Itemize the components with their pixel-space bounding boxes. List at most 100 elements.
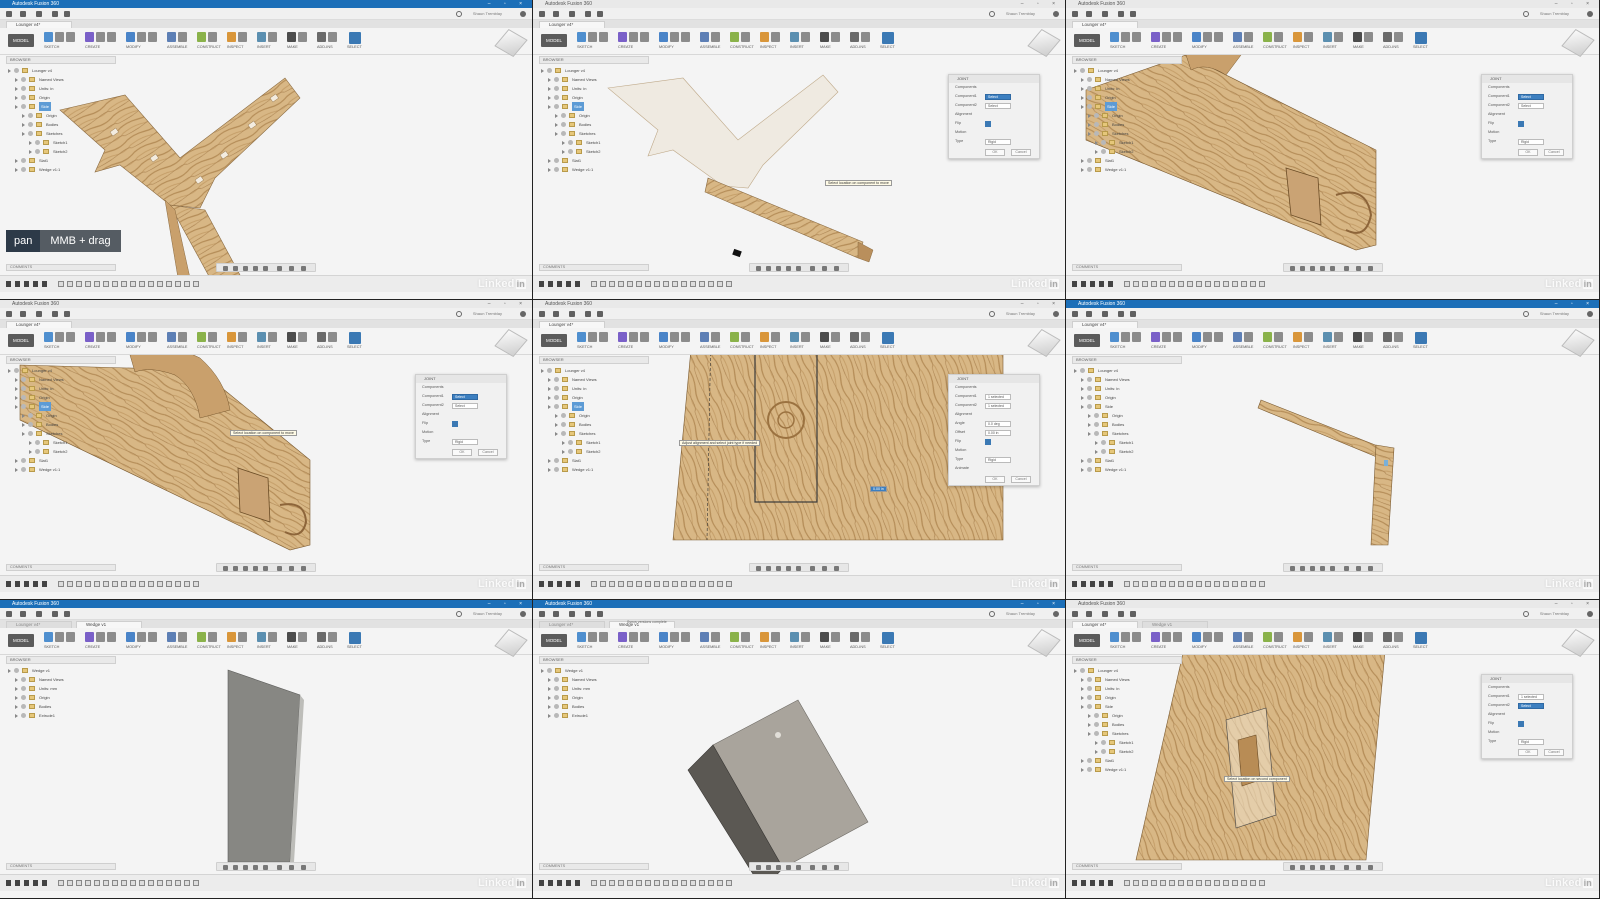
insert-tool-icon[interactable] [268, 632, 277, 642]
insert-tool-icon[interactable] [790, 32, 799, 42]
timeline-feature-icon[interactable] [103, 581, 109, 587]
browser-tree-row[interactable]: Sketch2 [1074, 447, 1170, 456]
timeline-feature-icon[interactable] [1196, 281, 1202, 287]
window-controls[interactable]: – ▫ × [1555, 600, 1595, 608]
look-at-icon[interactable] [1299, 865, 1305, 870]
browser-tree-row[interactable]: Origin [541, 411, 637, 420]
visibility-icon[interactable] [21, 377, 26, 382]
visibility-icon[interactable] [28, 113, 33, 118]
assemble-tool-icon[interactable] [178, 332, 187, 342]
visibility-icon[interactable] [35, 449, 40, 454]
insert-tool-icon[interactable] [790, 332, 799, 342]
timeline-feature-icon[interactable] [609, 281, 615, 287]
step-forward-icon[interactable] [566, 581, 571, 587]
visibility-icon[interactable] [21, 86, 26, 91]
visibility-icon[interactable] [554, 95, 559, 100]
zoom-icon[interactable] [1319, 865, 1325, 870]
timeline-feature-icon[interactable] [1259, 281, 1265, 287]
assemble-tool-icon[interactable] [1233, 632, 1242, 642]
browser-header[interactable]: BROWSER [539, 356, 649, 364]
dialog-field[interactable]: Select [1518, 703, 1544, 709]
browser-tree-row[interactable]: Lounger v4 [1074, 66, 1170, 75]
flip-checkbox[interactable] [985, 439, 991, 445]
app-grid-icon[interactable] [539, 611, 545, 617]
workspace-switcher[interactable]: MODEL [1074, 634, 1100, 647]
make-tool-icon[interactable] [1353, 332, 1362, 342]
timeline-feature-icon[interactable] [1142, 581, 1148, 587]
browser-tree-row[interactable]: Origin [8, 693, 104, 702]
browser-tree-row[interactable]: Sketch2 [541, 447, 637, 456]
browser-tree-row[interactable]: Sketch1 [8, 138, 104, 147]
browser-tree-row[interactable]: Origin [1074, 693, 1170, 702]
timeline-feature-icon[interactable] [663, 581, 669, 587]
timeline-feature-icon[interactable] [708, 281, 714, 287]
sketch-tool-icon[interactable] [588, 632, 597, 642]
timeline-feature-icon[interactable] [1178, 880, 1184, 886]
visibility-icon[interactable] [1087, 386, 1092, 391]
visibility-icon[interactable] [28, 422, 33, 427]
browser-header[interactable]: BROWSER [1072, 356, 1182, 364]
timeline-feature-icon[interactable] [1151, 581, 1157, 587]
browser-tree-row[interactable]: Sketch2 [1074, 747, 1170, 756]
joint-dialog[interactable]: JOINT Components Component1 Select Component… [948, 74, 1040, 159]
visibility-icon[interactable] [561, 131, 566, 136]
sketch-tool-icon[interactable] [588, 32, 597, 42]
job-status-icon[interactable] [1523, 11, 1529, 17]
redo-icon[interactable] [1130, 611, 1136, 617]
comments-header[interactable]: COMMENTS [539, 264, 649, 271]
timeline-feature-icon[interactable] [636, 281, 642, 287]
timeline-feature-icon[interactable] [627, 880, 633, 886]
expand-icon[interactable] [548, 168, 551, 172]
timeline-feature-icon[interactable] [1241, 281, 1247, 287]
step-back-icon[interactable] [548, 281, 553, 287]
redo-icon[interactable] [1130, 311, 1136, 317]
browser-tree-row[interactable]: Named Views [541, 375, 637, 384]
expand-icon[interactable] [548, 78, 551, 82]
assemble-tool-icon[interactable] [167, 32, 176, 42]
browser-tree-row[interactable]: Units: in [8, 84, 104, 93]
undo-icon[interactable] [52, 11, 58, 17]
window-controls[interactable]: – ▫ × [1021, 300, 1061, 308]
inspect-tool-icon[interactable] [238, 332, 247, 342]
timeline-feature-icon[interactable] [94, 581, 100, 587]
visibility-icon[interactable] [554, 386, 559, 391]
create-tool-icon[interactable] [85, 32, 94, 42]
timeline-feature-icon[interactable] [1205, 581, 1211, 587]
timeline-feature-icon[interactable] [1124, 880, 1130, 886]
browser-tree-row[interactable]: Origin [1074, 711, 1170, 720]
sketch-tool-icon[interactable] [66, 332, 75, 342]
sketch-tool-icon[interactable] [599, 632, 608, 642]
add-ins-tool-icon[interactable] [850, 332, 859, 342]
expand-icon[interactable] [1074, 69, 1077, 73]
inspect-tool-icon[interactable] [771, 32, 780, 42]
modify-tool-icon[interactable] [1214, 32, 1223, 42]
add-ins-tool-icon[interactable] [328, 332, 337, 342]
play-icon[interactable] [557, 581, 562, 587]
browser-tree-row[interactable]: Origin [541, 111, 637, 120]
timeline-feature-icon[interactable] [1133, 281, 1139, 287]
timeline-feature-icon[interactable] [726, 880, 732, 886]
user-name[interactable]: Shaun Tremblay [1540, 611, 1569, 616]
visibility-icon[interactable] [1094, 422, 1099, 427]
browser-tree-row[interactable]: Slat1 [541, 156, 637, 165]
window-controls[interactable]: – ▫ × [488, 300, 528, 308]
play-icon[interactable] [24, 880, 29, 886]
browser-tree-row[interactable]: Sketches [8, 129, 104, 138]
assemble-tool-icon[interactable] [1244, 332, 1253, 342]
assemble-tool-icon[interactable] [1233, 32, 1242, 42]
timeline-feature-icon[interactable] [148, 581, 154, 587]
grid-settings-icon[interactable] [289, 865, 294, 870]
modify-tool-icon[interactable] [659, 332, 668, 342]
go-to-end-icon[interactable] [1108, 581, 1113, 587]
expand-icon[interactable] [1095, 150, 1098, 154]
select-tool-icon[interactable] [349, 332, 361, 344]
workspace-switcher[interactable]: MODEL [8, 334, 34, 347]
undo-icon[interactable] [52, 311, 58, 317]
visibility-icon[interactable] [554, 77, 559, 82]
construct-tool-icon[interactable] [1274, 332, 1283, 342]
help-icon[interactable] [1053, 611, 1059, 617]
visibility-icon[interactable] [21, 677, 26, 682]
modify-tool-icon[interactable] [1214, 632, 1223, 642]
zoom-icon[interactable] [1319, 266, 1325, 271]
tab-wedge[interactable]: Wedge v1 [1142, 621, 1208, 628]
